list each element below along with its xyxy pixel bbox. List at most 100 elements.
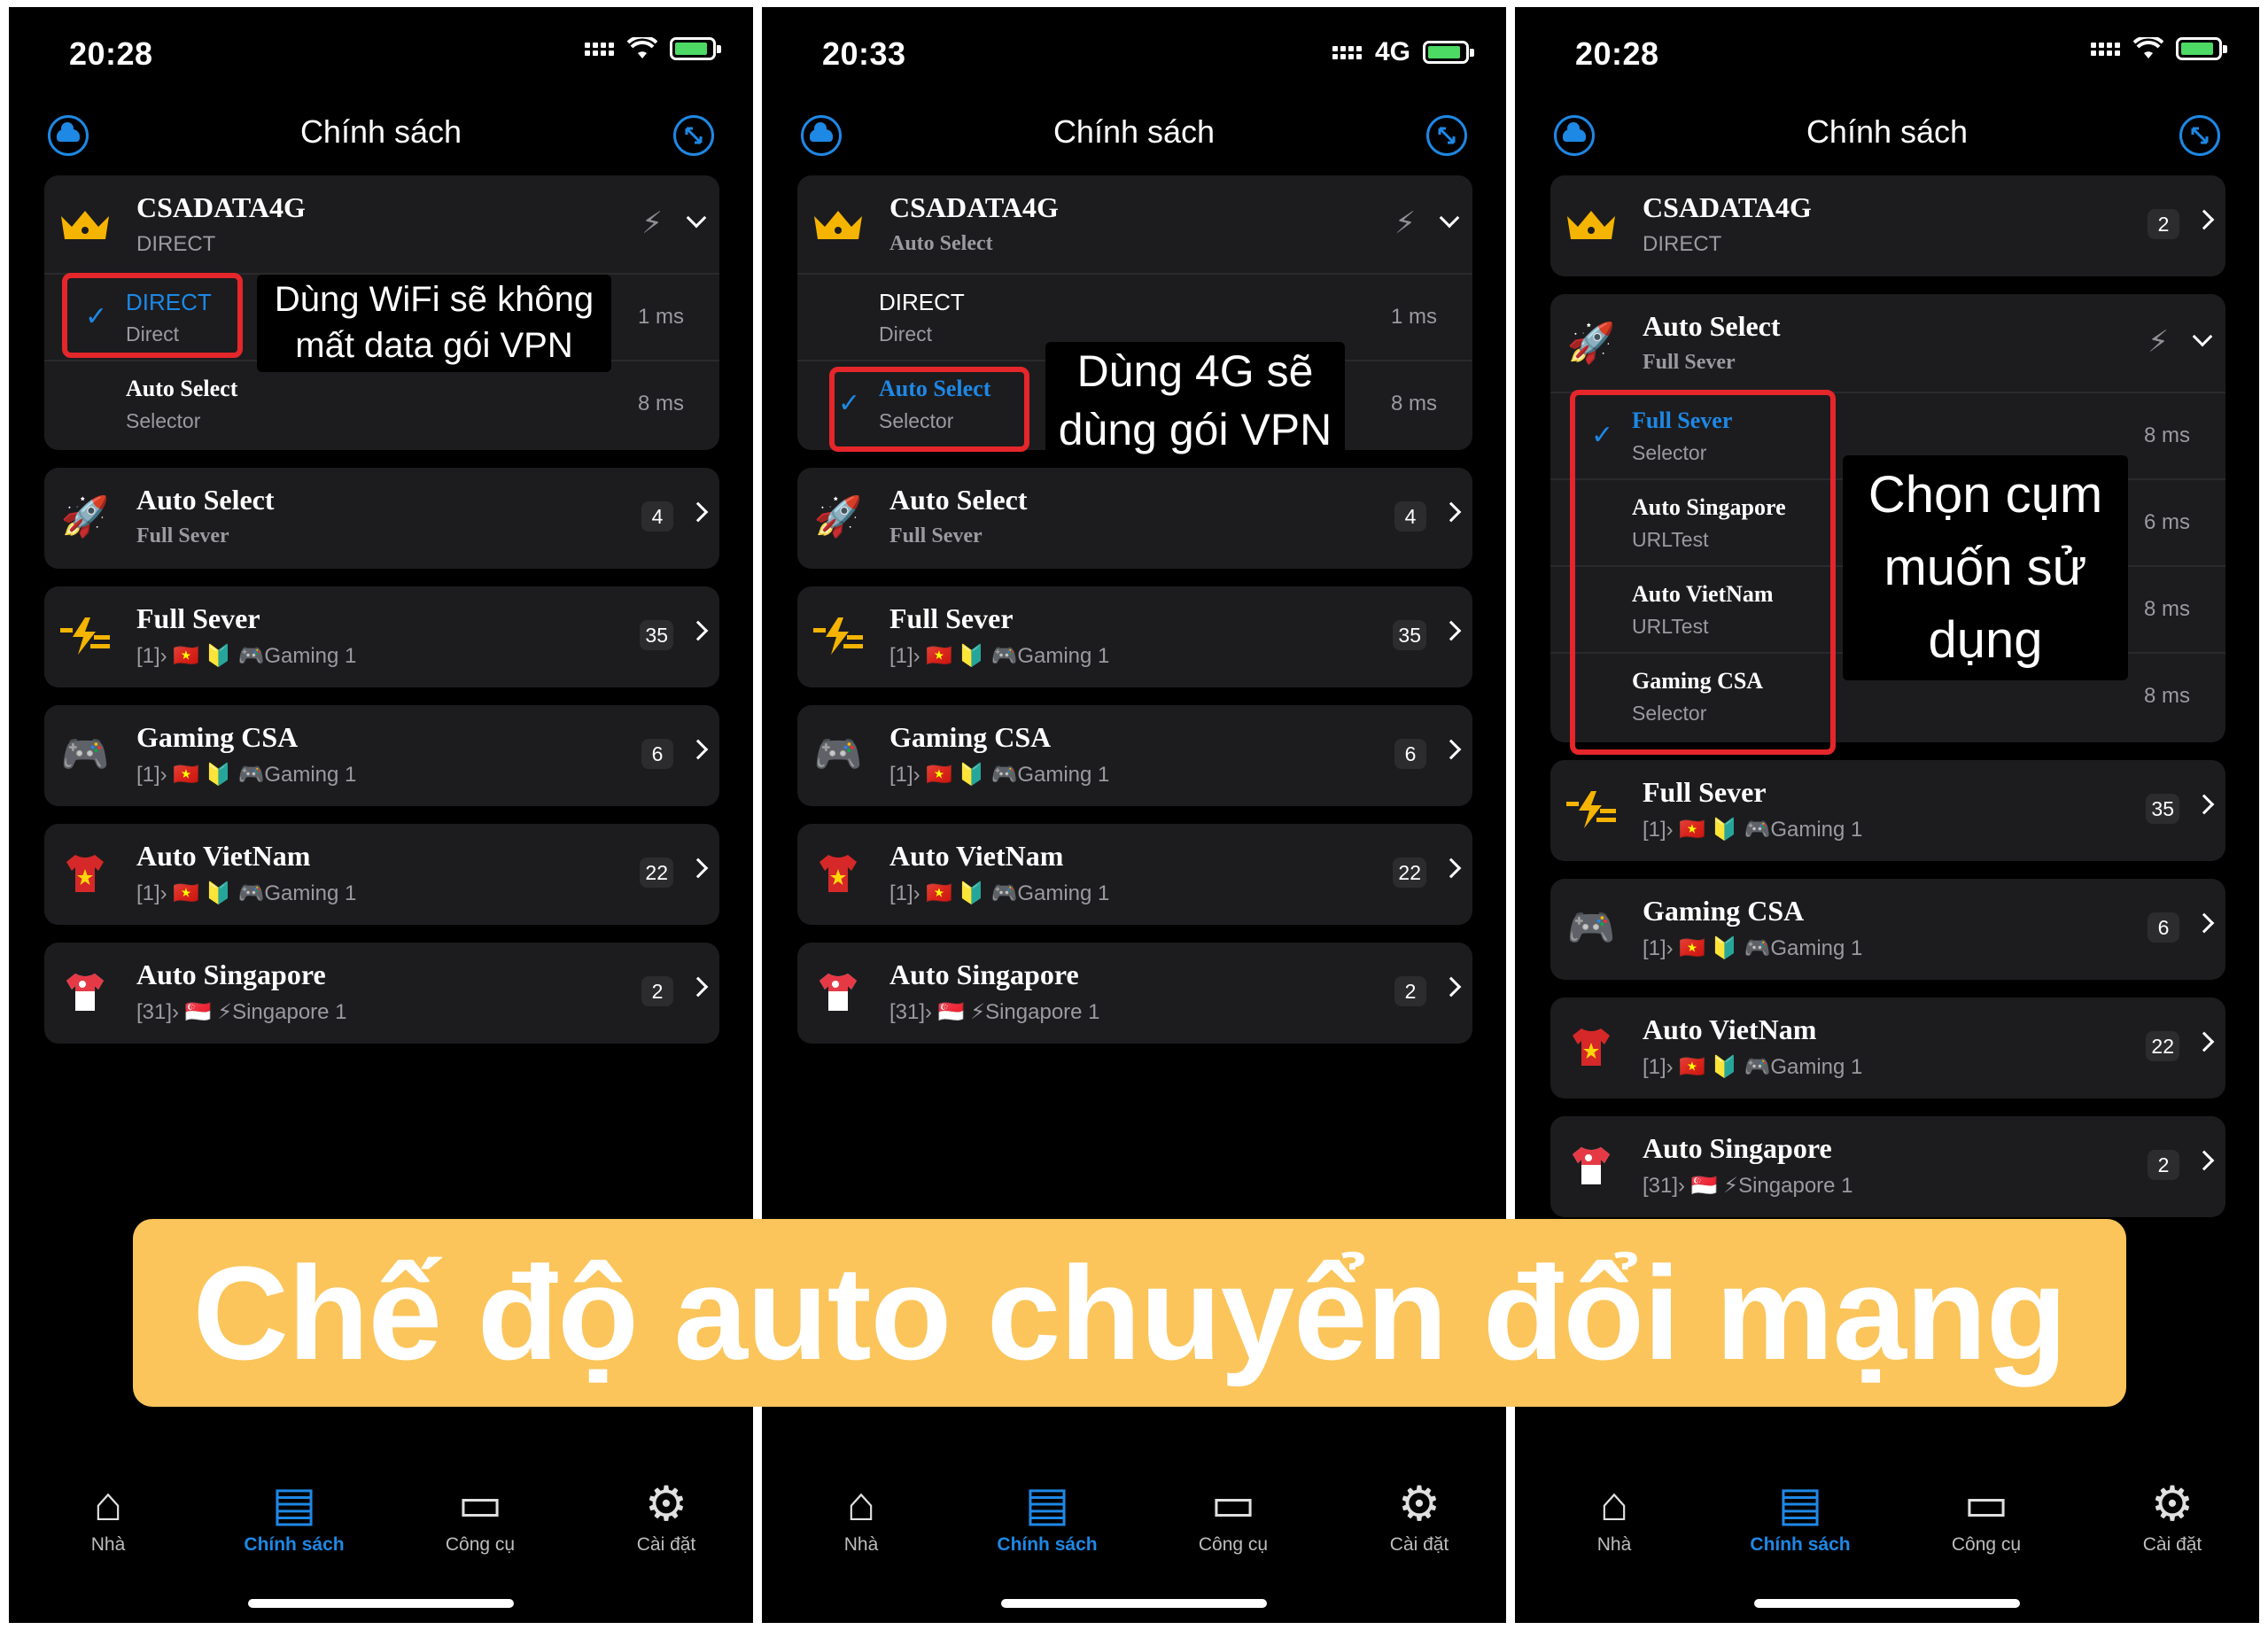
policy-group-card[interactable]: 🚀 Auto Select Full Sever 4 [797,468,1472,569]
tab-home[interactable]: ⌂ Nhà [28,1478,188,1556]
chevron-right-icon [687,976,709,997]
proxy-latency: 8 ms [2143,597,2190,621]
wifi-icon [2133,37,2163,58]
tab-tools[interactable]: ▭ Công cụ [1153,1478,1313,1556]
speed-test-icon[interactable]: ⚡ [1394,206,1416,241]
status-bar: 20:28 [9,32,753,78]
tab-policy[interactable]: ▤ Chính sách [1720,1478,1880,1556]
group-name: Auto VietNam [1643,1013,1817,1045]
chevron-right-icon [2194,912,2215,934]
group-name: CSADATA4G [136,191,306,223]
tab-home[interactable]: ⌂ Nhà [781,1478,941,1556]
count-badge: 4 [641,501,673,532]
policy-group-card[interactable]: 🎮 Gaming CSA [1]› 🇻🇳 🔰 🎮Gaming 1 6 [1550,879,2225,980]
page-title: Chính sách [1052,113,1216,150]
signal-icon [585,42,615,56]
chevron-right-icon [1441,858,1462,879]
home-indicator [1001,1599,1267,1608]
count-badge: 35 [640,620,673,650]
crown-icon [1565,202,1618,248]
proxy-latency: 8 ms [1390,392,1437,415]
count-badge: 2 [2148,209,2179,239]
policy-group-card[interactable]: Full Sever [1]› 🇻🇳 🔰 🎮Gaming 1 35 [1550,760,2225,861]
group-name: Auto VietNam [889,840,1064,872]
banner-text: Chế độ auto chuyển đổi mạng [192,1238,2068,1387]
chevron-right-icon [1441,739,1462,760]
proxy-latency: 8 ms [637,392,684,415]
proxy-latency: 1 ms [1390,305,1437,329]
proxy-latency: 8 ms [2143,423,2190,447]
group-name: Auto Singapore [136,959,326,990]
tab-policy[interactable]: ▤ Chính sách [214,1478,374,1556]
count-badge: 22 [1393,858,1426,888]
group-name: Auto Singapore [889,959,1079,990]
tab-settings[interactable]: ⚙ Cài đặt [2093,1478,2252,1556]
status-time: 20:28 [69,35,153,72]
chevron-right-icon [2194,209,2215,230]
policy-group-card[interactable]: Auto VietNam [1]› 🇻🇳 🔰 🎮Gaming 1 22 [1550,997,2225,1098]
tab-tools[interactable]: ▭ Công cụ [400,1478,560,1556]
tab-bar: ⌂ Nhà ▤ Chính sách ▭ Công cụ ⚙ Cài đặt [9,1469,753,1575]
policy-group-card[interactable]: Full Sever [1]› 🇻🇳 🔰 🎮Gaming 1 35 [797,586,1472,687]
group-name: Auto Singapore [1643,1132,1832,1164]
tab-settings[interactable]: ⚙ Cài đặt [586,1478,746,1556]
tab-tools[interactable]: ▭ Công cụ [1907,1478,2066,1556]
annotation-callout: Chọn cụm muốn sử dụng [1843,455,2128,680]
policy-group-card[interactable]: CSADATA4G DIRECT 2 [1550,175,2225,276]
status-bar: 20:33 4G [762,32,1506,78]
chevron-right-icon [687,739,709,760]
expand-icon[interactable] [673,115,714,156]
proxy-type: Direct [879,322,933,345]
chevron-right-icon [2194,1031,2215,1052]
group-selected: Full Sever [889,524,983,547]
chevron-right-icon [687,501,709,523]
proxy-latency: 8 ms [2143,684,2190,708]
sg-shirt-icon [812,969,865,1015]
tab-settings[interactable]: ⚙ Cài đặt [1340,1478,1499,1556]
group-selected: [1]› 🇻🇳 🔰 🎮Gaming 1 [889,763,1110,787]
document-icon: ▤ [1777,1478,1823,1531]
tab-home[interactable]: ⌂ Nhà [1534,1478,1694,1556]
group-name: Gaming CSA [136,721,299,753]
expand-icon[interactable] [2179,115,2220,156]
home-indicator [248,1599,514,1608]
chevron-down-icon[interactable] [686,207,707,229]
policy-group-card[interactable]: Auto Singapore [31]› 🇸🇬 ⚡Singapore 1 2 [1550,1116,2225,1217]
gear-icon: ⚙ [2150,1478,2194,1531]
document-icon: ▤ [271,1478,317,1531]
policy-group-card[interactable]: Auto Singapore [31]› 🇸🇬 ⚡Singapore 1 2 [44,943,719,1044]
speed-test-icon[interactable]: ⚡ [2148,324,2169,360]
home-icon: ⌂ [1599,1478,1629,1531]
policy-group-card[interactable]: Auto VietNam [1]› 🇻🇳 🔰 🎮Gaming 1 22 [44,824,719,925]
group-selected: [31]› 🇸🇬 ⚡Singapore 1 [1643,1174,1853,1198]
speed-test-icon[interactable]: ⚡ [641,206,663,241]
group-selected: [31]› 🇸🇬 ⚡Singapore 1 [136,1000,347,1024]
chevron-down-icon[interactable] [2192,326,2213,347]
group-name: CSADATA4G [889,191,1059,223]
chevron-right-icon [687,858,709,879]
chevron-down-icon[interactable] [1439,207,1460,229]
tab-policy[interactable]: ▤ Chính sách [967,1478,1127,1556]
expand-icon[interactable] [1426,115,1467,156]
vn-shirt-icon [1565,1024,1618,1070]
group-selected: Full Sever [1643,351,1736,374]
count-badge: 6 [1394,739,1426,769]
proxy-option[interactable]: Auto Select Selector 8 ms [44,360,719,446]
policy-group-card[interactable]: 🚀 Auto Select Full Sever 4 [44,468,719,569]
gamepad-icon: 🎮 [60,733,110,776]
annotation-callout: Dùng 4G sẽ dùng gói VPN [1045,342,1345,462]
proxy-name: DIRECT [879,289,965,315]
title-banner: Chế độ auto chuyển đổi mạng [133,1219,2126,1407]
chevron-right-icon [1441,620,1462,641]
wifi-icon [627,37,657,58]
policy-group-card[interactable]: Auto VietNam [1]› 🇻🇳 🔰 🎮Gaming 1 22 [797,824,1472,925]
gear-icon: ⚙ [1397,1478,1441,1531]
signal-icon [1332,45,1363,59]
policy-group-card[interactable]: Auto Singapore [31]› 🇸🇬 ⚡Singapore 1 2 [797,943,1472,1044]
count-badge: 35 [2146,794,2179,824]
policy-group-card[interactable]: 🎮 Gaming CSA [1]› 🇻🇳 🔰 🎮Gaming 1 6 [797,705,1472,806]
policy-group-card[interactable]: 🎮 Gaming CSA [1]› 🇻🇳 🔰 🎮Gaming 1 6 [44,705,719,806]
group-name: Full Sever [1643,776,1767,808]
group-name: Gaming CSA [889,721,1052,753]
policy-group-card[interactable]: Full Sever [1]› 🇻🇳 🔰 🎮Gaming 1 35 [44,586,719,687]
